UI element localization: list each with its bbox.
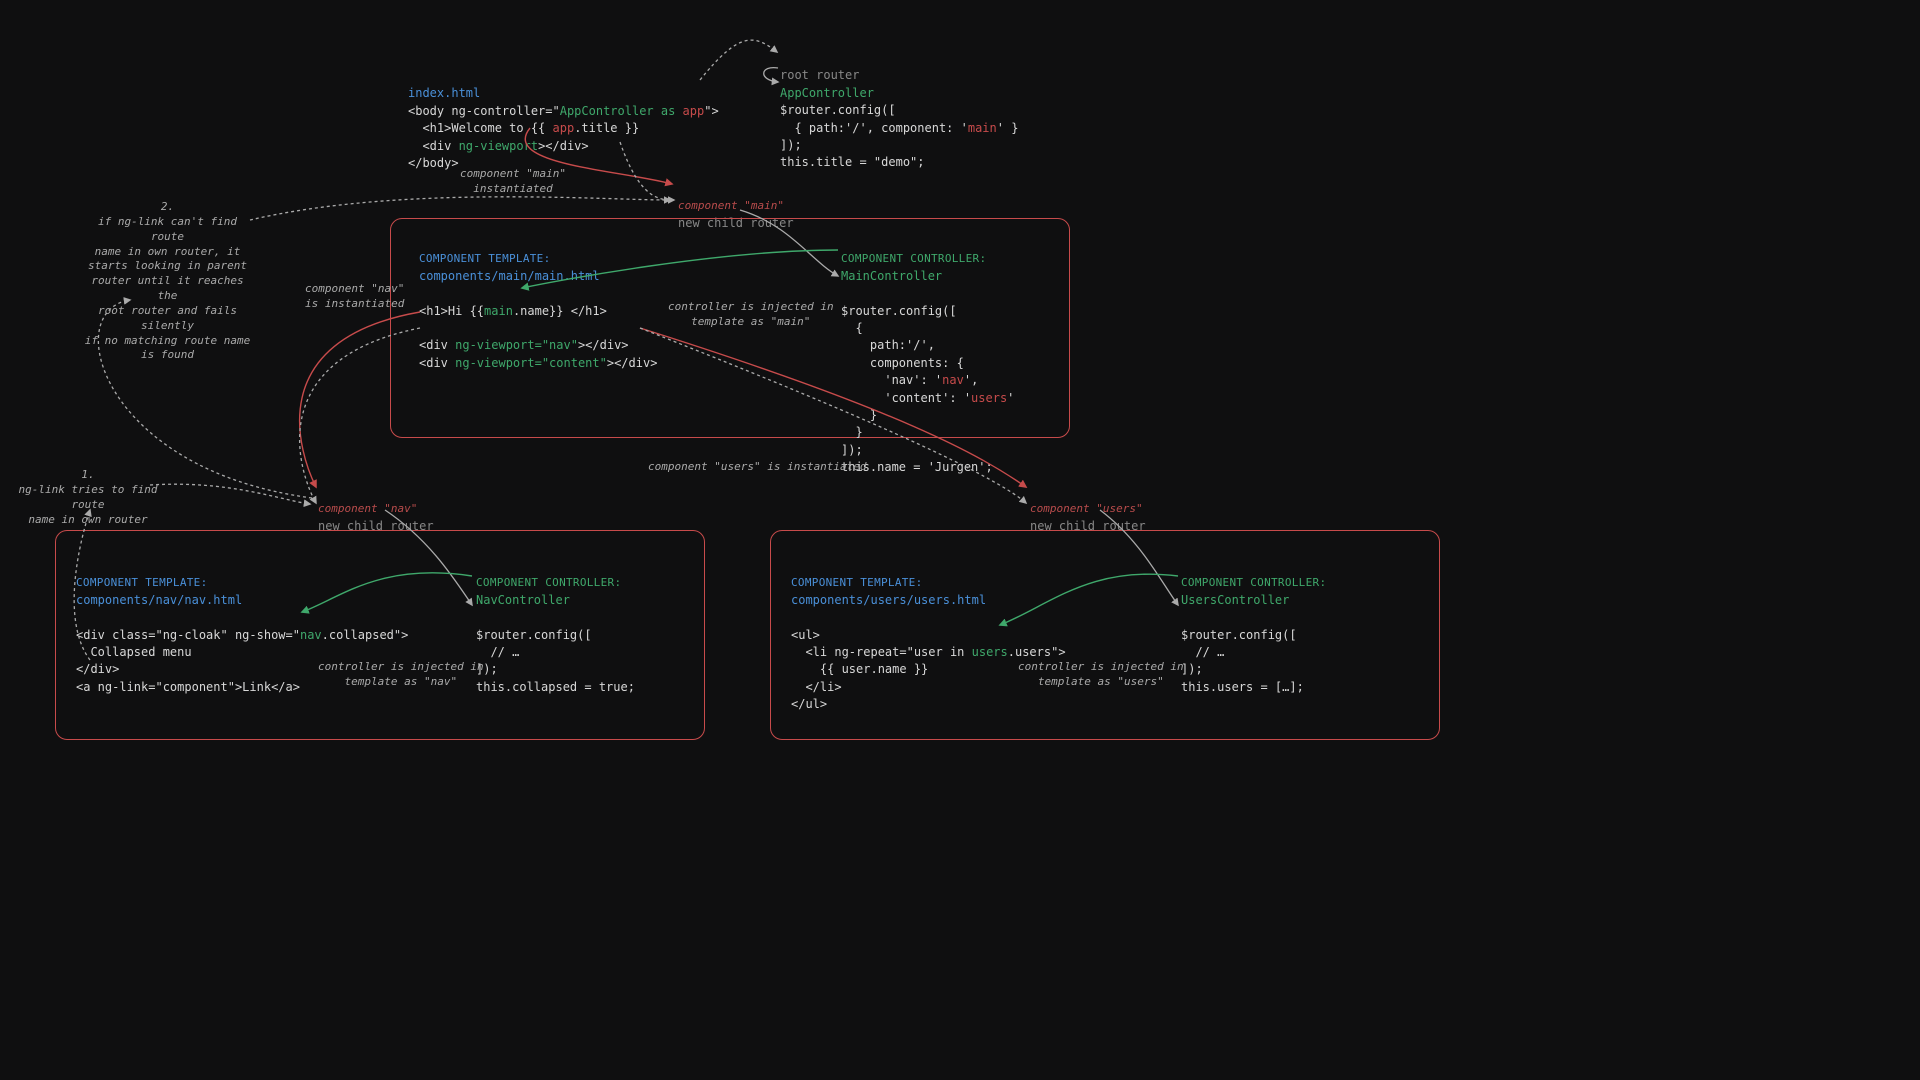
ann-nav-instantiated: component "nav" is instantiated [305,282,404,312]
nav-component-box: COMPONENT TEMPLATE: components/nav/nav.h… [55,530,705,740]
note-2: 2. if ng-link can't find route name in o… [80,200,255,363]
index-html-label: index.html [408,86,480,100]
users-component-box: COMPONENT TEMPLATE: components/users/use… [770,530,1440,740]
root-router-code: root router AppController $router.config… [780,50,1018,172]
ann-injected-main: controller is injected in template as "m… [668,300,834,330]
note-1: 1. ng-link tries to find route name in o… [18,468,158,527]
users-controller-code: COMPONENT CONTROLLER: UsersController $r… [1181,557,1326,696]
root-router-label: root router [780,68,859,82]
users-template-code: COMPONENT TEMPLATE: components/users/use… [791,557,1066,714]
ann-main-instantiated: component "main" instantiated [460,167,566,197]
ann-nav-component: component "nav" new child router [318,483,434,535]
ann-users-instantiated: component "users" is instantiated [648,460,867,475]
ann-users-component: component "users" new child router [1030,483,1146,535]
nav-controller-code: COMPONENT CONTROLLER: NavController $rou… [476,557,635,696]
app-controller-label: AppController [780,86,874,100]
ann-injected-nav: controller is injected in template as "n… [318,660,484,690]
main-template-code: COMPONENT TEMPLATE: components/main/main… [419,233,657,372]
index-html-code: index.html <body ng-controller="AppContr… [408,68,719,172]
ann-injected-users: controller is injected in template as "u… [1018,660,1184,690]
main-controller-code: COMPONENT CONTROLLER: MainController $ro… [841,233,1014,476]
